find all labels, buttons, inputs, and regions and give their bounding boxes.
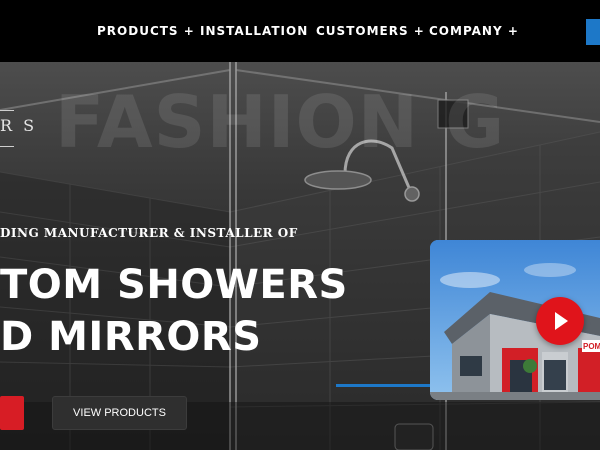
nav-customers[interactable]: CUSTOMERS +	[316, 24, 425, 38]
video-thumbnail[interactable]: POM	[430, 240, 600, 400]
nav-company[interactable]: COMPANY +	[429, 24, 519, 38]
hero-headline-line1: TOM SHOWERS	[0, 262, 348, 308]
nav-cta-button[interactable]	[586, 19, 600, 45]
nav-installation[interactable]: INSTALLATION	[200, 24, 308, 38]
hero-section: FASHION G R S DING MANUFACTURER & INSTAL…	[0, 62, 600, 450]
logo-text: R S	[0, 116, 38, 135]
accent-divider	[336, 384, 436, 387]
primary-cta-button[interactable]	[0, 396, 24, 430]
hero-headline-line2: D MIRRORS	[0, 314, 262, 360]
play-icon[interactable]	[536, 297, 584, 345]
background-watermark-text: FASHION G	[55, 80, 506, 164]
brand-logo[interactable]: R S	[0, 102, 34, 162]
top-nav: PRODUCTS + INSTALLATION CUSTOMERS + COMP…	[0, 0, 600, 62]
view-products-button[interactable]: VIEW PRODUCTS	[52, 396, 187, 430]
hero-tagline: DING MANUFACTURER & INSTALLER OF	[0, 226, 298, 240]
nav-products[interactable]: PRODUCTS +	[97, 24, 195, 38]
storefront-sign: POM	[583, 342, 600, 351]
